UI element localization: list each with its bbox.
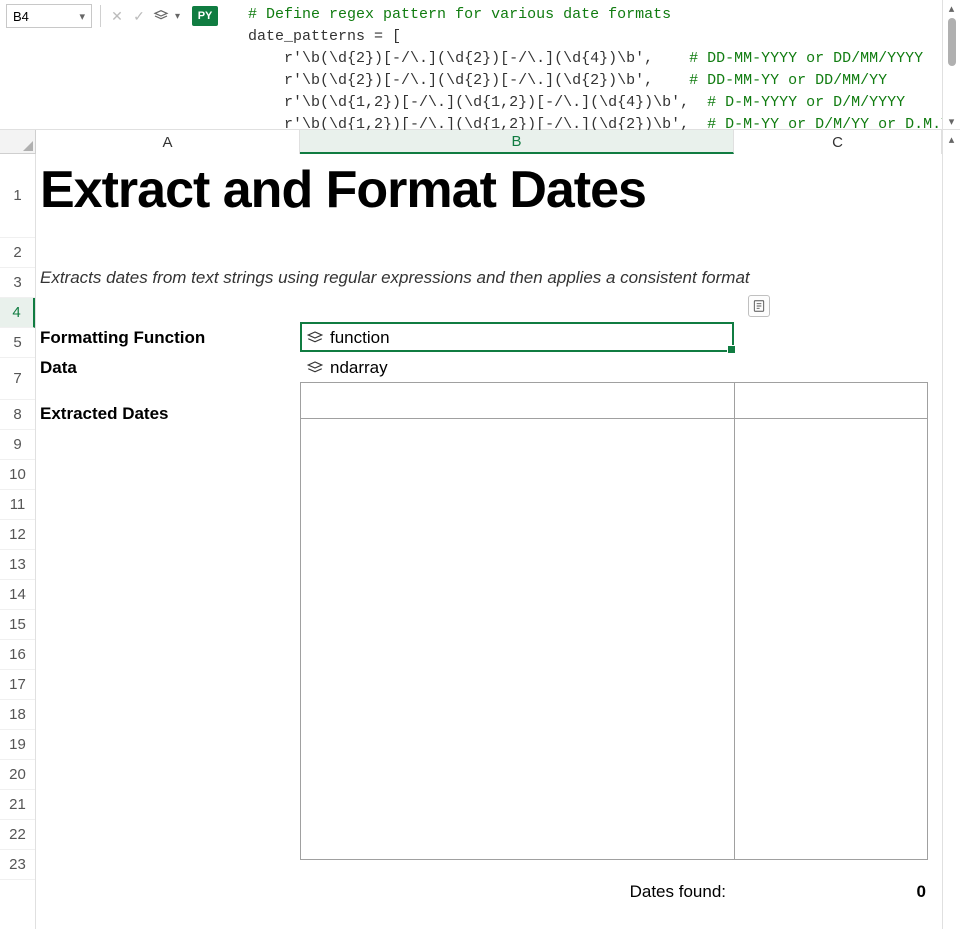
python-badge: PY — [192, 6, 218, 26]
row-header-1[interactable]: 1 — [0, 154, 35, 238]
row-header-21[interactable]: 21 — [0, 790, 35, 820]
formula-bar: B4 ▾ ✕ ✓ ▾ PY # Define regex pattern for… — [0, 0, 960, 130]
page-subtitle: Extracts dates from text strings using r… — [40, 268, 750, 288]
spreadsheet-grid[interactable]: ABC 123457891011121314151617181920212223… — [0, 130, 960, 929]
column-header-c[interactable]: C — [734, 130, 942, 154]
row-label-formatting: Formatting Function — [40, 328, 205, 348]
scroll-down-icon[interactable]: ▾ — [943, 113, 960, 129]
enter-icon[interactable]: ✓ — [131, 8, 147, 24]
table-header-divider — [300, 418, 928, 419]
cancel-icon[interactable]: ✕ — [109, 8, 125, 24]
object-icon — [306, 329, 324, 347]
row-header-17[interactable]: 17 — [0, 670, 35, 700]
row-header-column: 123457891011121314151617181920212223 — [0, 154, 36, 929]
object-icon — [306, 359, 324, 377]
row-header-5[interactable]: 5 — [0, 328, 35, 358]
row-header-18[interactable]: 18 — [0, 700, 35, 730]
cell-b4-text: function — [330, 328, 390, 348]
scroll-up-icon[interactable]: ▴ — [943, 130, 960, 148]
select-all-triangle[interactable] — [0, 130, 36, 154]
row-header-16[interactable]: 16 — [0, 640, 35, 670]
chevron-down-icon[interactable]: ▾ — [79, 10, 85, 23]
dates-found-value: 0 — [856, 882, 926, 902]
formula-info-icon[interactable] — [748, 295, 770, 317]
row-label-extracted: Extracted Dates — [40, 404, 169, 424]
divider — [100, 5, 101, 27]
row-header-3[interactable]: 3 — [0, 268, 35, 298]
cell-b5-object[interactable]: ndarray — [306, 358, 388, 378]
name-box-value: B4 — [13, 9, 29, 24]
row-header-19[interactable]: 19 — [0, 730, 35, 760]
chevron-down-icon[interactable]: ▾ — [175, 11, 180, 22]
python-output-icon[interactable] — [153, 8, 169, 24]
row-header-15[interactable]: 15 — [0, 610, 35, 640]
row-header-8[interactable]: 8 — [0, 400, 35, 430]
cells-area[interactable]: Extract and Format Dates Extracts dates … — [36, 154, 942, 929]
row-header-10[interactable]: 10 — [0, 460, 35, 490]
row-header-13[interactable]: 13 — [0, 550, 35, 580]
row-header-7[interactable]: 7 — [0, 358, 35, 400]
column-header-row: ABC — [0, 130, 942, 154]
name-box[interactable]: B4 ▾ — [6, 4, 92, 28]
row-header-2[interactable]: 2 — [0, 238, 35, 268]
cell-b4-object[interactable]: function — [306, 328, 390, 348]
formula-scrollbar[interactable]: ▴ ▾ — [942, 0, 960, 129]
row-header-9[interactable]: 9 — [0, 430, 35, 460]
column-header-a[interactable]: A — [36, 130, 300, 154]
column-header-b[interactable]: B — [300, 130, 734, 154]
table-col-divider — [734, 382, 735, 860]
row-header-22[interactable]: 22 — [0, 820, 35, 850]
dates-found-label: Dates found: — [466, 882, 726, 902]
cell-b5-text: ndarray — [330, 358, 388, 378]
output-table-outline — [300, 382, 928, 860]
scroll-up-icon[interactable]: ▴ — [943, 0, 960, 16]
grid-vertical-scrollbar[interactable]: ▴ — [942, 130, 960, 929]
row-header-12[interactable]: 12 — [0, 520, 35, 550]
row-header-4[interactable]: 4 — [0, 298, 35, 328]
row-header-14[interactable]: 14 — [0, 580, 35, 610]
row-header-11[interactable]: 11 — [0, 490, 35, 520]
row-label-data: Data — [40, 358, 77, 378]
formula-code-editor[interactable]: # Define regex pattern for various date … — [218, 0, 942, 140]
row-header-23[interactable]: 23 — [0, 850, 35, 880]
scroll-thumb[interactable] — [948, 18, 956, 66]
page-title: Extract and Format Dates — [40, 160, 646, 220]
row-header-20[interactable]: 20 — [0, 760, 35, 790]
